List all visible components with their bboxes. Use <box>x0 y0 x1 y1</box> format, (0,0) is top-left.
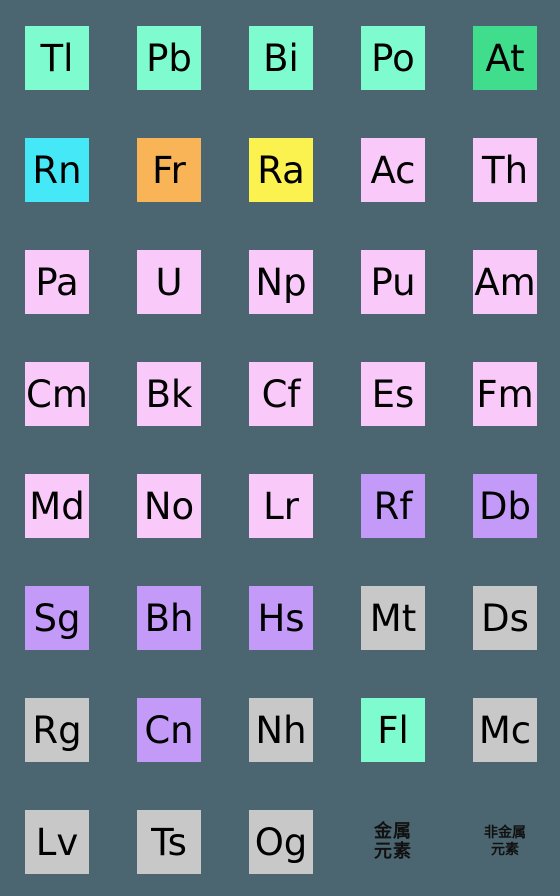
element-cell: Th <box>473 138 537 202</box>
element-tile-rf[interactable]: Rf <box>361 474 425 538</box>
element-tile-u[interactable]: U <box>137 250 201 314</box>
element-cell: Mt <box>361 586 425 650</box>
legend-nonmetal-elements-line2: 元素 <box>491 842 519 858</box>
element-tile-bh[interactable]: Bh <box>137 586 201 650</box>
element-cell: Bh <box>137 586 201 650</box>
element-tile-fr[interactable]: Fr <box>137 138 201 202</box>
element-cell: Pu <box>361 250 425 314</box>
legend-metal-elements-line1: 金属 <box>374 821 412 842</box>
element-cell: Pa <box>25 250 89 314</box>
element-cell: Ts <box>137 810 201 874</box>
legend-metal-elements-label: 金属 元素 <box>361 810 425 874</box>
element-tile-hs[interactable]: Hs <box>249 586 313 650</box>
element-cell: Bk <box>137 362 201 426</box>
element-cell: Ds <box>473 586 537 650</box>
element-cell: Ac <box>361 138 425 202</box>
element-tile-bk[interactable]: Bk <box>137 362 201 426</box>
element-tile-rg[interactable]: Rg <box>25 698 89 762</box>
element-tile-pb[interactable]: Pb <box>137 26 201 90</box>
element-cell: Mc <box>473 698 537 762</box>
element-cell: Cf <box>249 362 313 426</box>
element-tile-og[interactable]: Og <box>249 810 313 874</box>
element-cell: Po <box>361 26 425 90</box>
element-cell: Hs <box>249 586 313 650</box>
element-cell: At <box>473 26 537 90</box>
element-cell: Es <box>361 362 425 426</box>
element-tile-db[interactable]: Db <box>473 474 537 538</box>
element-cell: Sg <box>25 586 89 650</box>
element-tile-md[interactable]: Md <box>25 474 89 538</box>
element-tile-sg[interactable]: Sg <box>25 586 89 650</box>
legend-nonmetal-elements-line1: 非金属 <box>484 825 526 841</box>
element-cell: Ra <box>249 138 313 202</box>
element-cell: Fl <box>361 698 425 762</box>
element-tile-rn[interactable]: Rn <box>25 138 89 202</box>
element-tile-grid: Tl Pb Bi Po At Rn Fr Ra Ac Th Pa U Np Pu Am Cm Bk Cf Es Fm M… <box>0 0 560 896</box>
element-cell: Fr <box>137 138 201 202</box>
element-cell: Bi <box>249 26 313 90</box>
legend-nonmetal-elements-label: 非金属 元素 <box>473 810 537 874</box>
element-tile-th[interactable]: Th <box>473 138 537 202</box>
element-tile-fm[interactable]: Fm <box>473 362 537 426</box>
element-tile-es[interactable]: Es <box>361 362 425 426</box>
element-cell: Nh <box>249 698 313 762</box>
element-tile-ra[interactable]: Ra <box>249 138 313 202</box>
element-tile-tl[interactable]: Tl <box>25 26 89 90</box>
element-tile-cf[interactable]: Cf <box>249 362 313 426</box>
element-tile-lr[interactable]: Lr <box>249 474 313 538</box>
element-tile-no[interactable]: No <box>137 474 201 538</box>
element-cell: Rg <box>25 698 89 762</box>
element-cell: Rf <box>361 474 425 538</box>
element-cell: Rn <box>25 138 89 202</box>
element-cell: Cn <box>137 698 201 762</box>
element-tile-np[interactable]: Np <box>249 250 313 314</box>
element-tile-cn[interactable]: Cn <box>137 698 201 762</box>
element-tile-mc[interactable]: Mc <box>473 698 537 762</box>
element-tile-at[interactable]: At <box>473 26 537 90</box>
element-tile-po[interactable]: Po <box>361 26 425 90</box>
element-tile-cm[interactable]: Cm <box>25 362 89 426</box>
element-cell: Pb <box>137 26 201 90</box>
element-cell: No <box>137 474 201 538</box>
element-cell: Db <box>473 474 537 538</box>
element-tile-pa[interactable]: Pa <box>25 250 89 314</box>
legend-nonmetal-elements: 非金属 元素 <box>473 810 537 874</box>
element-cell: Lv <box>25 810 89 874</box>
element-tile-nh[interactable]: Nh <box>249 698 313 762</box>
element-cell: Np <box>249 250 313 314</box>
element-cell: Fm <box>473 362 537 426</box>
element-tile-bi[interactable]: Bi <box>249 26 313 90</box>
element-cell: Lr <box>249 474 313 538</box>
legend-metal-elements-line2: 元素 <box>374 841 412 862</box>
element-cell: Md <box>25 474 89 538</box>
element-cell: Tl <box>25 26 89 90</box>
element-tile-lv[interactable]: Lv <box>25 810 89 874</box>
element-tile-fl[interactable]: Fl <box>361 698 425 762</box>
element-tile-ts[interactable]: Ts <box>137 810 201 874</box>
element-cell: Og <box>249 810 313 874</box>
legend-metal-elements: 金属 元素 <box>361 810 425 874</box>
element-tile-am[interactable]: Am <box>473 250 537 314</box>
element-cell: U <box>137 250 201 314</box>
element-tile-ac[interactable]: Ac <box>361 138 425 202</box>
element-tile-mt[interactable]: Mt <box>361 586 425 650</box>
element-tile-pu[interactable]: Pu <box>361 250 425 314</box>
element-cell: Am <box>473 250 537 314</box>
element-cell: Cm <box>25 362 89 426</box>
element-tile-ds[interactable]: Ds <box>473 586 537 650</box>
